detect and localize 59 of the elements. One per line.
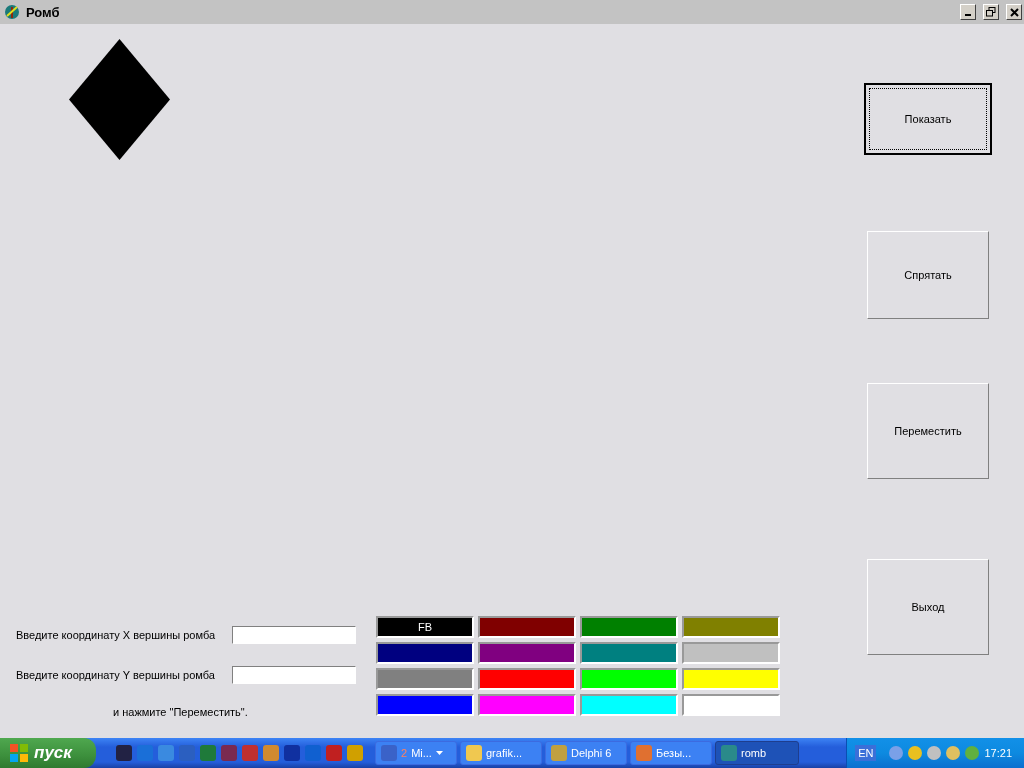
minimize-button[interactable]	[960, 4, 976, 20]
app-icon	[4, 4, 20, 20]
taskbar-task[interactable]: Delphi 6	[545, 741, 627, 765]
start-button[interactable]: пуск	[0, 738, 96, 768]
caret-icon	[435, 751, 443, 755]
task-icon	[466, 745, 482, 761]
task-label: Delphi 6	[571, 747, 612, 759]
language-indicator[interactable]: EN	[855, 745, 877, 761]
taskbar-task[interactable]: romb	[715, 741, 799, 765]
taskbar-task[interactable]: grafik...	[460, 741, 542, 765]
task-icon	[636, 745, 652, 761]
hint-text: и нажмите "Переместить".	[113, 706, 249, 718]
tray-icon[interactable]	[927, 746, 942, 760]
color-swatch[interactable]	[376, 694, 474, 716]
action-button[interactable]: Показать	[864, 83, 992, 155]
tray-icon[interactable]	[946, 746, 961, 760]
taskbar-task[interactable]: Безы...	[630, 741, 712, 765]
task-label: romb	[741, 747, 767, 759]
quick-launch-icon[interactable]	[263, 745, 279, 761]
color-swatch[interactable]	[682, 694, 780, 716]
task-icon	[381, 745, 397, 761]
restore-button[interactable]	[983, 4, 999, 20]
quick-launch-icon[interactable]	[116, 745, 132, 761]
color-swatch[interactable]	[682, 668, 780, 690]
color-swatch[interactable]	[580, 642, 678, 664]
color-swatch[interactable]	[478, 616, 576, 638]
taskbar-task[interactable]: 2 Mi...	[375, 741, 457, 765]
color-swatch[interactable]	[478, 642, 576, 664]
color-swatch[interactable]	[478, 694, 576, 716]
close-button[interactable]	[1006, 4, 1022, 20]
color-swatch[interactable]	[580, 668, 678, 690]
task-label: Безы...	[656, 747, 692, 759]
color-swatch[interactable]: FB	[376, 616, 474, 638]
restore-icon	[986, 7, 996, 17]
clock: 17:21	[984, 747, 1012, 759]
action-button[interactable]: Переместить	[867, 383, 989, 479]
color-swatch[interactable]	[580, 694, 678, 716]
task-icon	[721, 745, 737, 761]
action-button[interactable]: Спрятать	[867, 231, 989, 319]
color-swatch[interactable]	[376, 642, 474, 664]
task-label: Mi...	[411, 747, 432, 759]
color-swatch[interactable]	[580, 616, 678, 638]
quick-launch-icon[interactable]	[347, 745, 363, 761]
field-label: Введите координату X вершины ромба	[16, 629, 217, 641]
coordinate-input[interactable]	[232, 666, 356, 684]
task-icon	[551, 745, 567, 761]
window-count: 2	[401, 747, 408, 759]
field-label: Введите координату Y вершины ромба	[16, 669, 216, 681]
coordinate-input[interactable]	[232, 626, 356, 644]
close-icon	[1009, 7, 1019, 17]
windows-logo-icon	[10, 744, 28, 762]
tray-icon[interactable]	[965, 746, 980, 760]
window-title: Ромб	[26, 4, 61, 20]
color-swatch[interactable]	[682, 642, 780, 664]
color-swatch[interactable]	[376, 668, 474, 690]
color-swatch[interactable]	[478, 668, 576, 690]
task-label: grafik...	[486, 747, 523, 759]
action-button[interactable]: Выход	[867, 559, 989, 655]
color-swatch[interactable]	[682, 616, 780, 638]
